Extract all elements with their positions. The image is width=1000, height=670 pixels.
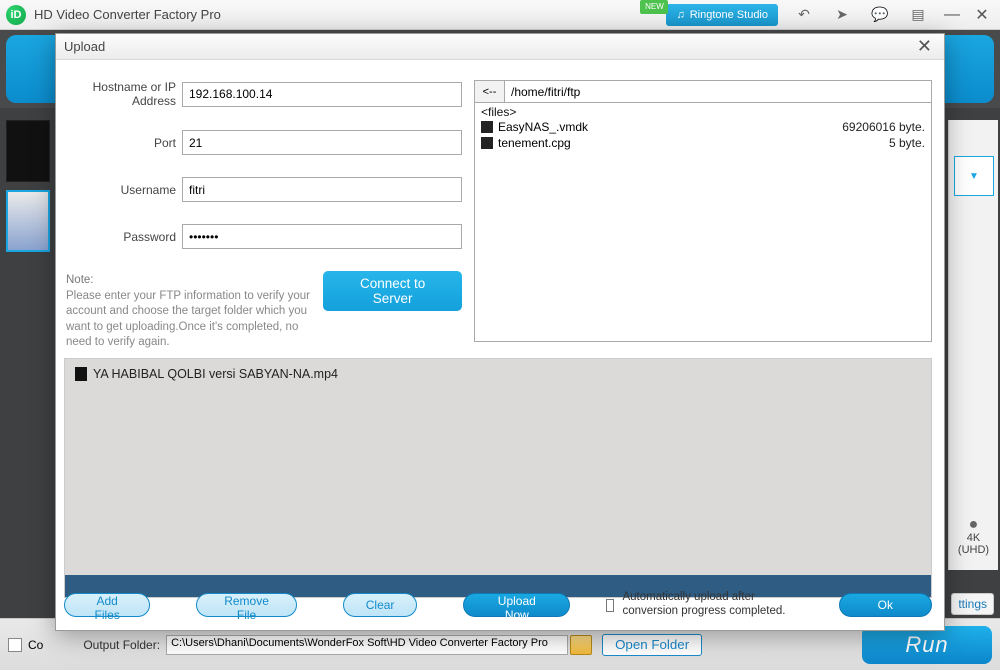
output-format-panel: ● 4K (UHD) [948, 120, 998, 570]
ok-button[interactable]: Ok [839, 593, 932, 617]
host-input[interactable] [182, 82, 462, 107]
dialog-action-bar: Add Files Remove File Clear Upload Now A… [64, 588, 932, 622]
video-thumbnail[interactable] [6, 120, 50, 182]
username-label: Username [62, 183, 182, 197]
send-icon[interactable]: ➤ [826, 5, 858, 25]
username-input[interactable] [182, 177, 462, 202]
video-thumbnail[interactable] [6, 190, 50, 252]
file-size: 69206016 byte. [842, 120, 925, 134]
file-name: EasyNAS_.vmdk [498, 120, 842, 134]
auto-upload-checkbox[interactable] [606, 599, 614, 612]
password-label: Password [62, 230, 182, 244]
new-badge: NEW [640, 0, 668, 14]
note-body: Please enter your FTP information to ver… [66, 290, 310, 349]
dialog-titlebar: Upload ✕ [56, 34, 944, 60]
dialog-title: Upload [64, 39, 105, 54]
ringtone-label: Ringtone Studio [690, 9, 768, 21]
browse-folder-icon[interactable] [570, 635, 592, 655]
remote-file-browser: <-- /home/fitri/ftp <files> EasyNAS_.vmd… [474, 80, 932, 342]
dialog-close-button[interactable]: ✕ [913, 36, 936, 57]
port-input[interactable] [182, 130, 462, 155]
remote-file-list[interactable]: <files> EasyNAS_.vmdk 69206016 byte. ten… [475, 103, 931, 341]
ringtone-studio-button[interactable]: ♫ Ringtone Studio [666, 4, 778, 26]
auto-upload-label: Automatically upload after conversion pr… [622, 591, 792, 619]
app-logo-icon: iD [6, 5, 26, 25]
comment-icon[interactable]: 💬 [864, 5, 896, 25]
app-title: HD Video Converter Factory Pro [34, 7, 221, 22]
remote-path: /home/fitri/ftp [505, 85, 931, 99]
app-titlebar: iD HD Video Converter Factory Pro NEW ♫ … [0, 0, 1000, 30]
undo-icon[interactable]: ↶ [788, 5, 820, 25]
format-dropdown[interactable] [954, 156, 994, 196]
note-heading: Note: [66, 274, 94, 286]
file-icon [75, 367, 87, 381]
output-folder-label: Output Folder: [83, 638, 160, 652]
upload-now-button[interactable]: Upload Now [463, 593, 570, 617]
combine-checkbox[interactable] [8, 638, 22, 652]
remote-file-row[interactable]: tenement.cpg 5 byte. [481, 135, 925, 151]
resolution-4k-label: 4K (UHD) [949, 532, 998, 556]
upload-queue: YA HABIBAL QOLBI versi SABYAN-NA.mp4 [64, 358, 932, 598]
queue-item-name: YA HABIBAL QOLBI versi SABYAN-NA.mp4 [93, 367, 338, 381]
clear-button[interactable]: Clear [343, 593, 418, 617]
host-label: Hostname or IP Address [62, 80, 182, 108]
ftp-form: Hostname or IP Address Port Username Pas… [62, 80, 462, 351]
files-header: <files> [481, 105, 925, 119]
file-size: 5 byte. [889, 136, 925, 150]
port-label: Port [62, 136, 182, 150]
combine-label-fragment: Co [28, 638, 43, 652]
list-icon[interactable]: ▤ [902, 5, 934, 25]
minimize-button[interactable]: — [940, 5, 964, 25]
password-input[interactable] [182, 224, 462, 249]
settings-link[interactable]: ttings [951, 593, 994, 615]
ftp-note: Note: Please enter your FTP information … [62, 271, 317, 351]
close-app-button[interactable]: ✕ [970, 5, 994, 25]
bell-icon: ♫ [676, 9, 684, 21]
file-icon [481, 137, 493, 149]
connect-button[interactable]: Connect to Server [323, 271, 462, 311]
run-button[interactable]: Run [862, 626, 992, 664]
open-folder-button[interactable]: Open Folder [602, 634, 702, 656]
remote-file-row[interactable]: EasyNAS_.vmdk 69206016 byte. [481, 119, 925, 135]
output-folder-path[interactable]: C:\Users\Dhani\Documents\WonderFox Soft\… [166, 635, 568, 655]
back-button[interactable]: <-- [475, 81, 505, 102]
file-icon [481, 121, 493, 133]
add-files-button[interactable]: Add Files [64, 593, 150, 617]
queue-item[interactable]: YA HABIBAL QOLBI versi SABYAN-NA.mp4 [75, 367, 921, 381]
remove-file-button[interactable]: Remove File [196, 593, 296, 617]
auto-upload-option[interactable]: Automatically upload after conversion pr… [606, 591, 792, 619]
upload-dialog: Upload ✕ Hostname or IP Address Port Use… [55, 33, 945, 631]
file-name: tenement.cpg [498, 136, 889, 150]
